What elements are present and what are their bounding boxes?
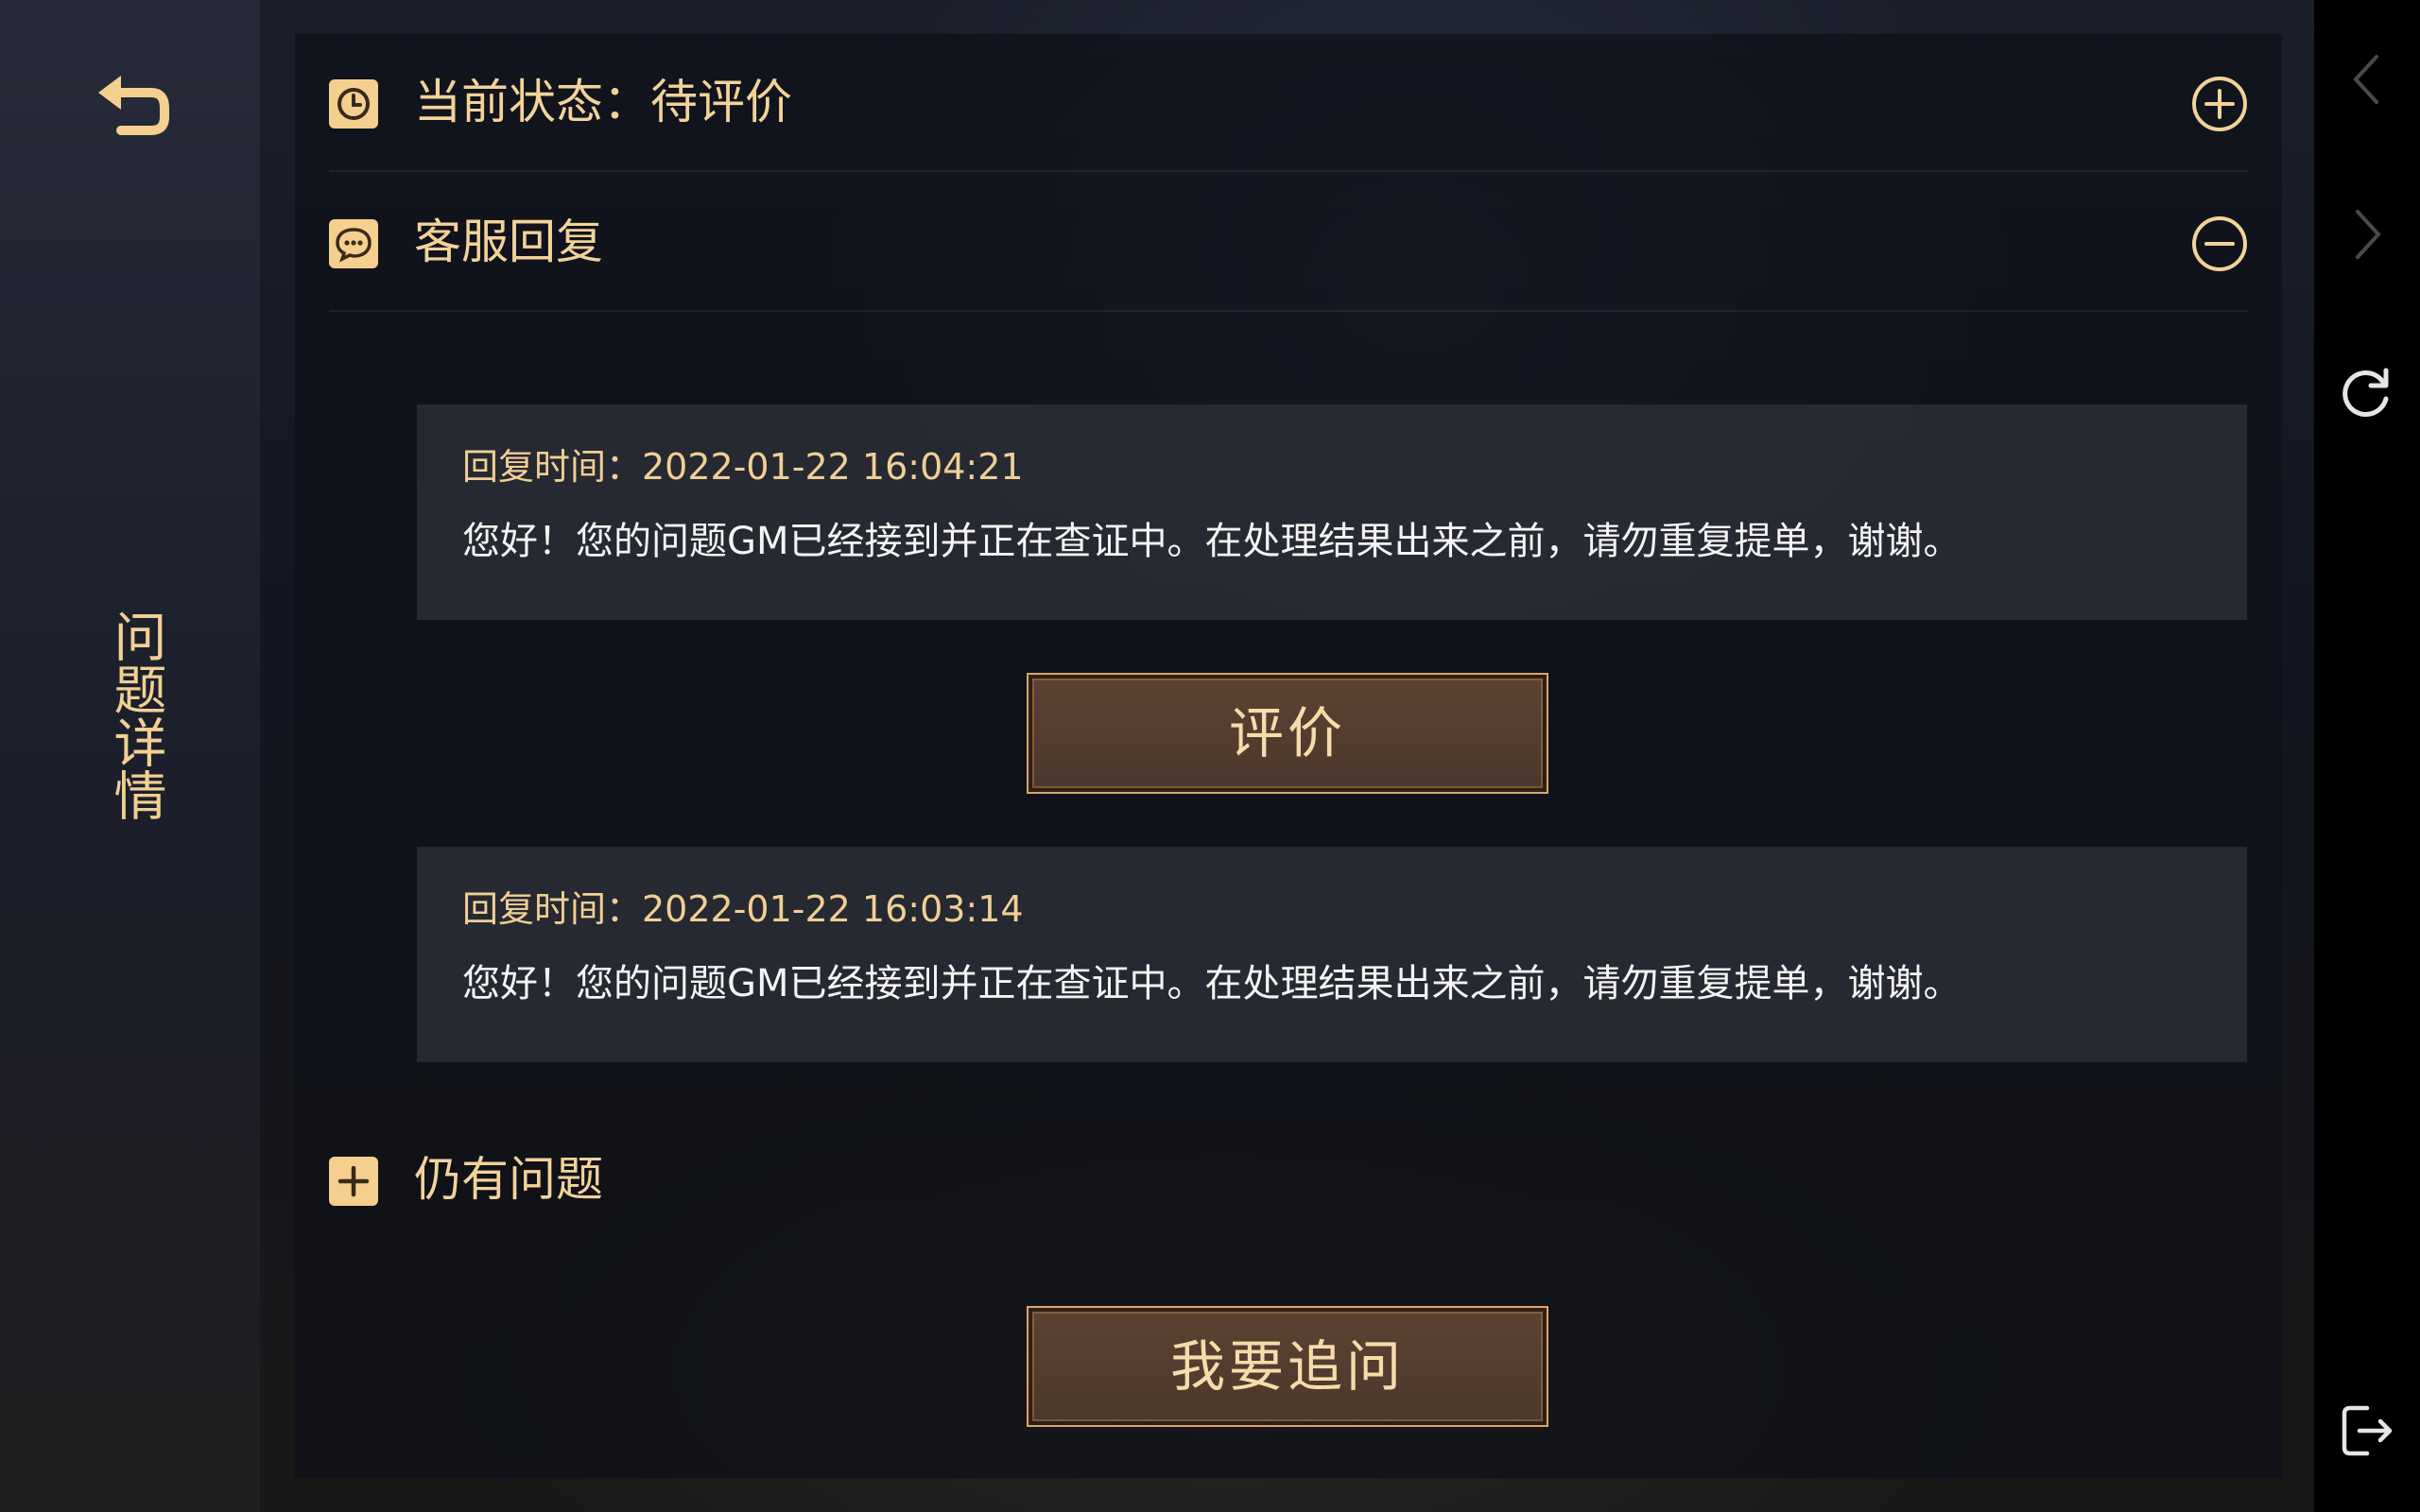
reply-text: 您好！您的问题GM已经接到并正在查证中。在处理结果出来之前，请勿重复提单，谢谢。 [462, 520, 1962, 563]
followup-button[interactable]: 我要追问 [1027, 1306, 1548, 1427]
still-issue-label: 仍有问题 [414, 1152, 603, 1207]
exit-button[interactable] [2339, 1402, 2395, 1459]
reply-card: 回复时间：2022-01-22 16:03:14 您好！您的问题GM已经接到并正… [417, 847, 2247, 1062]
chevron-left-icon [2353, 55, 2378, 104]
reply-text: 您好！您的问题GM已经接到并正在查证中。在处理结果出来之前，请勿重复提单，谢谢。 [462, 962, 1962, 1005]
nav-forward-button[interactable] [2339, 206, 2395, 263]
followup-button-label: 我要追问 [1169, 1334, 1405, 1399]
app-background: 问题详情 当前状态：待评价 客服回复 回复时间：2022-01-22 16:04… [0, 0, 2420, 1512]
expand-status-button[interactable] [2191, 76, 2248, 132]
nav-back-button[interactable] [2339, 51, 2395, 108]
reply-time: 回复时间：2022-01-22 16:03:14 [462, 888, 1024, 930]
browser-rail [2314, 0, 2420, 1512]
clock-icon [329, 79, 378, 129]
exit-icon [2342, 1405, 2393, 1456]
status-label: 当前状态：待评价 [414, 75, 792, 129]
page-title: 问题详情 [105, 610, 166, 821]
collapse-reply-button[interactable] [2191, 215, 2248, 272]
chat-bubble-icon [329, 219, 378, 268]
chevron-right-icon [2356, 210, 2381, 259]
status-row: 当前状态：待评价 [329, 34, 2248, 172]
back-button[interactable] [87, 62, 178, 147]
minus-circle-icon [2192, 216, 2247, 271]
reply-time: 回复时间：2022-01-22 16:04:21 [462, 446, 1024, 488]
reply-card: 回复时间：2022-01-22 16:04:21 您好！您的问题GM已经接到并正… [417, 404, 2247, 620]
reply-section-header: 客服回复 [329, 174, 2248, 312]
still-issue-row[interactable]: 仍有问题 [329, 1134, 896, 1238]
plus-square-icon [329, 1157, 378, 1206]
refresh-button[interactable] [2339, 363, 2395, 420]
rate-button-label: 评价 [1228, 701, 1346, 765]
back-arrow-icon [98, 76, 169, 135]
reply-section-label: 客服回复 [414, 215, 603, 269]
refresh-icon [2342, 368, 2389, 417]
rate-button[interactable]: 评价 [1027, 673, 1548, 794]
plus-circle-icon [2192, 77, 2247, 131]
sidebar: 问题详情 [0, 0, 260, 1512]
